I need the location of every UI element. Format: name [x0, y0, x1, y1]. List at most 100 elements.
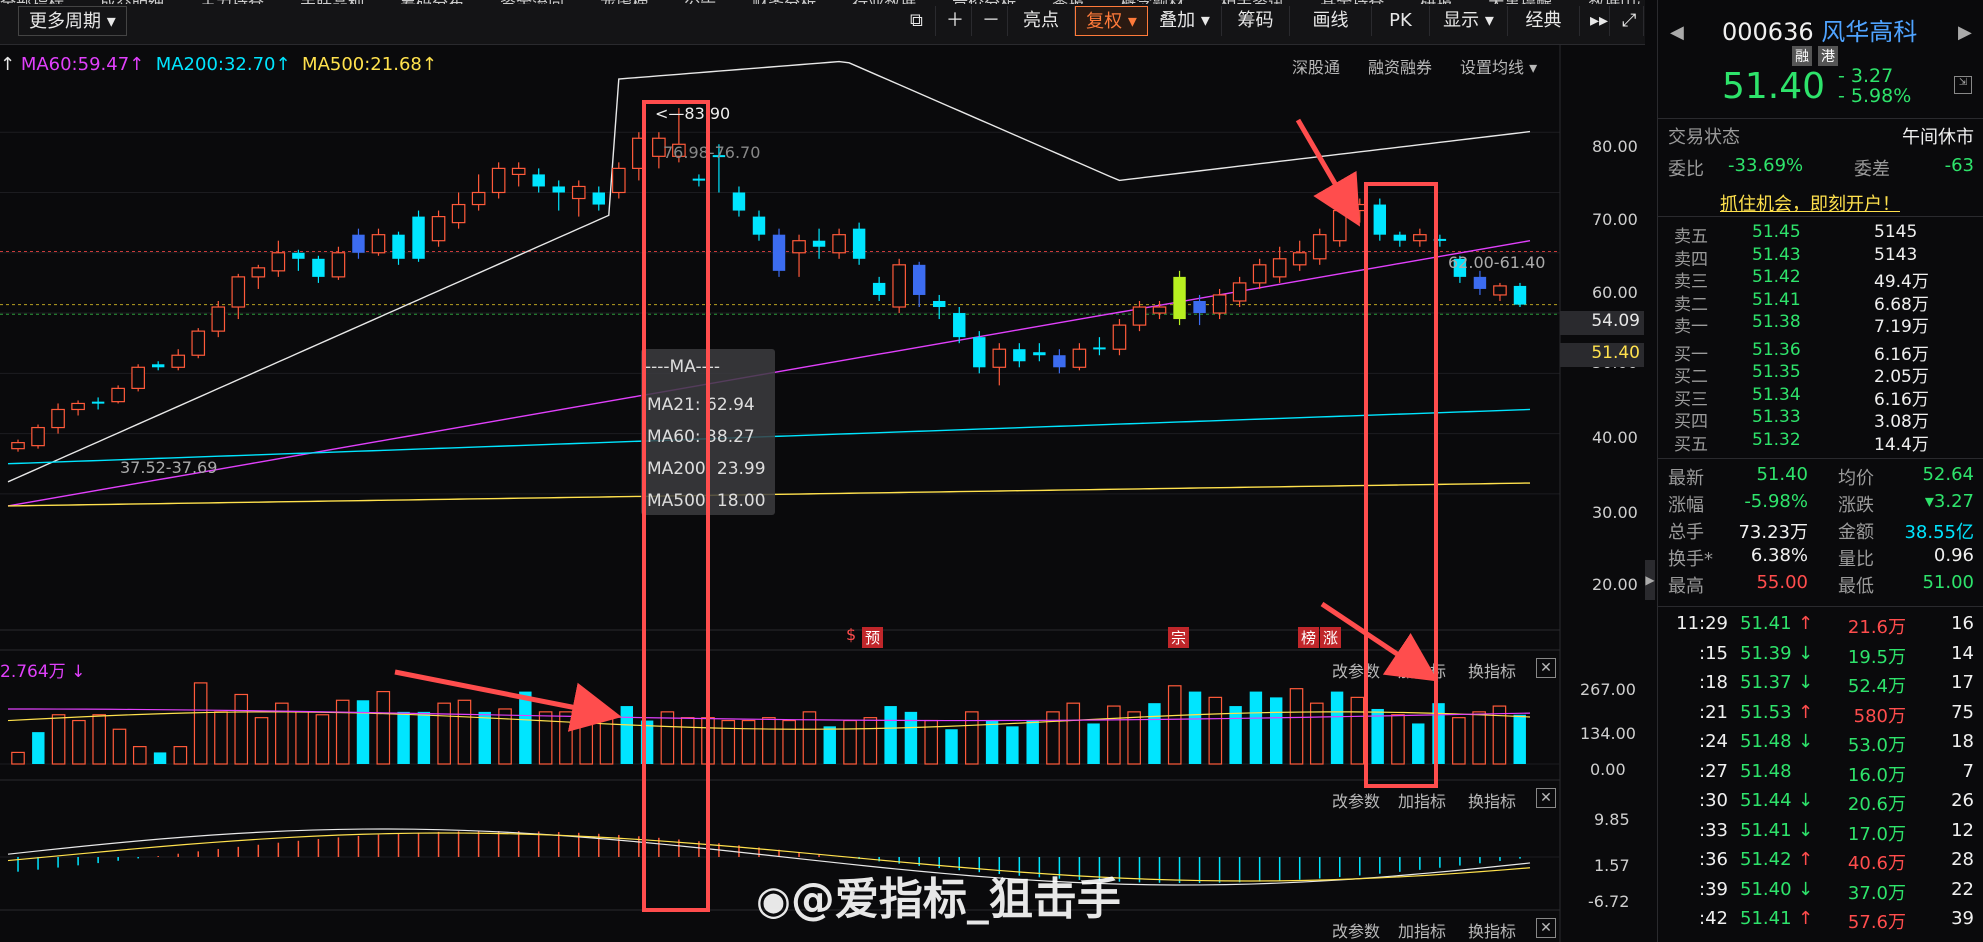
tick-row: :33 51.41 ↓ 17.0万 12 [1668, 819, 1974, 845]
tick-price: 51.48 [1740, 760, 1792, 782]
tick-volume: 57.6万 [1847, 912, 1906, 933]
ask-row: 卖三 51.42 49.4万 [1668, 267, 1974, 292]
annotation-arrows [394, 118, 1439, 732]
stat-key: 均价 [1838, 468, 1874, 489]
tick-price: 51.41 [1740, 613, 1792, 634]
bid-row: 买四 51.33 3.08万 [1668, 407, 1974, 432]
stat-row: 最新 51.40 均价 52.64 [1668, 464, 1974, 489]
tick-row: :21 51.53 ↑ 580万 75 [1668, 701, 1974, 727]
tick-count: 26 [1951, 790, 1974, 811]
quote-sidebar: ◀ ▶ 000636 风华高科 融 港 51.40 - 3.27- 5.98% … [1657, 0, 1983, 942]
level-price: 51.36 [1752, 339, 1801, 360]
tick-volume: 20.6万 [1847, 794, 1906, 815]
level-label: 卖五 [1674, 227, 1708, 247]
stock-code: 000636 [1722, 18, 1814, 46]
expand-icon[interactable]: ⇲ [1954, 76, 1972, 94]
ask-row: 卖二 51.41 6.68万 [1668, 289, 1974, 315]
stock-title: 000636 风华高科 [1722, 12, 1917, 47]
tick-dir-icon: ↓ [1798, 878, 1814, 900]
last-price: 51.40 [1722, 66, 1826, 107]
stat-key: 最低 [1838, 576, 1874, 597]
stat-value: -5.98% [1744, 491, 1808, 512]
tick-row: :24 51.48 ↓ 53.0万 18 [1668, 731, 1974, 756]
tick-count: 16 [1951, 613, 1974, 634]
stat-value: 73.23万 [1738, 522, 1808, 543]
open-account-link[interactable]: 抓住机会，即刻开户！ [1720, 190, 1900, 216]
trade-status-row: 交易状态 午间休市 [1668, 127, 1974, 148]
stat-row: 最高 55.00 最低 51.00 [1668, 572, 1974, 597]
tick-count: 12 [1951, 819, 1974, 841]
stat-key: 金额 [1838, 522, 1874, 543]
watermark: ◉@爱指标_狙击手 [756, 874, 1121, 925]
level-volume: 49.4万 [1874, 272, 1929, 292]
tick-row: :39 51.40 ↓ 37.0万 22 [1668, 878, 1974, 904]
level-volume: 6.16万 [1874, 389, 1929, 410]
tick-count: 7 [1962, 760, 1974, 782]
tick-price: 51.39 [1740, 642, 1792, 664]
tick-time: 11:29 [1676, 613, 1728, 634]
level-price: 51.38 [1752, 312, 1801, 332]
level-volume: 14.4万 [1874, 434, 1929, 455]
next-stock-icon[interactable]: ▶ [1958, 22, 1972, 43]
tick-volume: 52.4万 [1847, 676, 1906, 697]
tick-price: 51.42 [1740, 849, 1792, 870]
stat-key: 最高 [1668, 576, 1704, 597]
arrow-volume-right [1320, 601, 1439, 682]
tick-count: 18 [1951, 731, 1974, 752]
bid-row: 买二 51.35 2.05万 [1668, 362, 1974, 387]
tick-count: 17 [1951, 672, 1974, 693]
tick-row: :18 51.37 ↓ 52.4万 17 [1668, 672, 1974, 697]
arrow-volume-left [394, 669, 622, 732]
level-label: 买三 [1674, 389, 1708, 410]
tick-row: :27 51.48 16.0万 7 [1668, 760, 1974, 786]
tick-dir-icon: ↑ [1798, 849, 1814, 870]
weibo-icon: ◉ [756, 878, 791, 924]
stat-row: 换手* 6.38% 量比 0.96 [1668, 545, 1974, 570]
price-change: - 3.27- 5.98% [1838, 65, 1912, 107]
stat-value: ▾3.27 [1924, 491, 1974, 512]
bid-row: 买三 51.34 6.16万 [1668, 385, 1974, 410]
tick-volume: 21.6万 [1847, 617, 1906, 638]
tick-time: :33 [1699, 819, 1728, 841]
weibi-row: 委比 -33.69% 委差 -63 [1668, 155, 1974, 180]
ask-row: 卖一 51.38 7.19万 [1668, 312, 1974, 337]
level-price: 51.41 [1752, 289, 1801, 310]
level-label: 买四 [1674, 412, 1708, 432]
tick-volume: 40.6万 [1847, 853, 1906, 874]
level-volume: 7.19万 [1874, 317, 1929, 337]
level-label: 买五 [1674, 434, 1708, 455]
tick-time: :15 [1699, 642, 1728, 664]
level-price: 51.42 [1752, 267, 1801, 287]
level-volume: 2.05万 [1874, 367, 1929, 387]
tick-time: :36 [1699, 849, 1728, 870]
tick-dir-icon: ↓ [1798, 819, 1814, 841]
level-label: 卖一 [1674, 317, 1708, 337]
level-label: 买二 [1674, 367, 1708, 387]
prev-stock-icon[interactable]: ◀ [1670, 22, 1684, 43]
tick-dir-icon: ↑ [1798, 908, 1814, 929]
tick-time: :18 [1699, 672, 1728, 693]
tick-row: :30 51.44 ↓ 20.6万 26 [1668, 790, 1974, 815]
tick-price: 51.37 [1740, 672, 1792, 693]
stat-key: 量比 [1838, 549, 1874, 570]
bid-row: 买一 51.36 6.16万 [1668, 339, 1974, 365]
stat-row: 总手 73.23万 金额 38.55亿 [1668, 518, 1974, 543]
tick-count: 28 [1951, 849, 1974, 870]
stat-value: 38.55亿 [1904, 522, 1974, 543]
tick-price: 51.48 [1740, 731, 1792, 752]
tick-price: 51.40 [1740, 878, 1792, 900]
tick-dir-icon: ↓ [1798, 642, 1814, 664]
bid-row: 买五 51.32 14.4万 [1668, 429, 1974, 455]
tick-volume: 17.0万 [1847, 823, 1906, 845]
level-volume: 6.16万 [1874, 344, 1929, 365]
level-price: 51.35 [1752, 362, 1801, 382]
tick-row: 11:29 51.41 ↑ 21.6万 16 [1668, 613, 1974, 638]
tick-price: 51.53 [1740, 701, 1792, 723]
tick-row: :15 51.39 ↓ 19.5万 14 [1668, 642, 1974, 668]
tick-count: 22 [1951, 878, 1974, 900]
tick-volume: 16.0万 [1847, 764, 1906, 786]
stat-row: 涨幅 -5.98% 涨跌 ▾3.27 [1668, 491, 1974, 516]
tick-row: :36 51.42 ↑ 40.6万 28 [1668, 849, 1974, 874]
level-price: 51.32 [1752, 429, 1801, 450]
tick-volume: 37.0万 [1847, 882, 1906, 904]
